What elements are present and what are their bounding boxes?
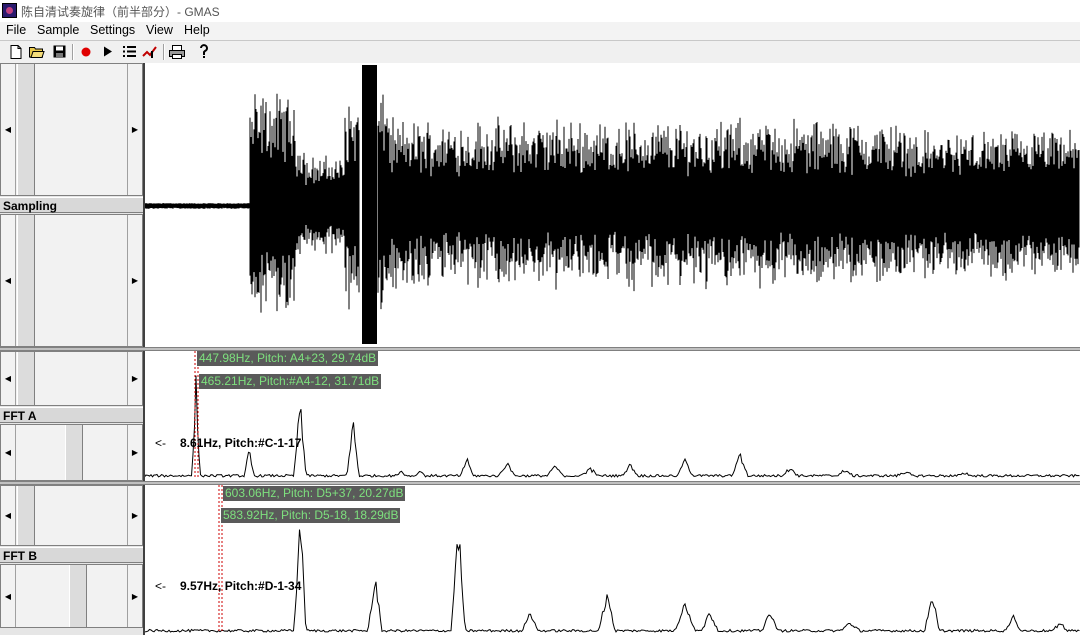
menu-bar: File Sample Settings View Help [0,22,1080,40]
fft-b-cursor-arrow: <- [155,579,167,593]
scroll-left-icon[interactable]: ◀ [1,425,16,480]
scroll-right-icon[interactable]: ▶ [127,486,142,545]
scroll-left-icon[interactable]: ◀ [1,565,16,627]
fft-a-peak-label-2: 465.21Hz, Pitch:#A4-12, 31.71dB [199,374,382,389]
scroll-right-icon[interactable]: ▶ [127,352,142,405]
fft-a-controls: ◀ ▶ FFT A ◀ ▶ [0,351,145,482]
open-folder-icon[interactable] [28,43,46,60]
selection-marker [362,65,377,344]
sampling-controls: ◀ ▶ Sampling ◀ ▶ [0,63,145,348]
fft-b-plot[interactable]: 603.06Hz, Pitch: D5+37, 20.27dB 583.92Hz… [145,485,1080,635]
scroll-thumb[interactable] [65,425,83,480]
menu-settings[interactable]: Settings [90,23,135,37]
list-icon[interactable] [120,43,138,60]
scroll-left-icon[interactable]: ◀ [1,64,16,195]
fft-a-cursor-readout: 8.61Hz, Pitch:#C-1-17 [180,436,302,450]
print-icon[interactable] [168,43,186,60]
fft-a-spectrum-svg [145,351,1080,478]
record-icon[interactable] [77,43,95,60]
fft-a-label: FFT A [0,407,143,423]
scroll-right-icon[interactable]: ▶ [127,425,142,480]
scroll-thumb[interactable] [69,565,87,627]
fft-a-scroll-bottom[interactable]: ◀ ▶ [0,424,143,481]
fft-b-peak-label-2: 583.92Hz, Pitch: D5-18, 18.29dB [221,508,401,523]
fft-b-scroll-top[interactable]: ◀ ▶ [0,485,143,546]
toolbar-separator [72,44,74,60]
help-icon[interactable] [195,43,213,60]
scroll-right-icon[interactable]: ▶ [127,565,142,627]
toolbar [0,40,1080,64]
menu-help[interactable]: Help [184,23,210,37]
menu-view[interactable]: View [146,23,173,37]
fft-b-label: FFT B [0,547,143,563]
scroll-thumb[interactable] [17,486,35,545]
scroll-right-icon[interactable]: ▶ [127,64,142,195]
menu-file[interactable]: File [6,23,26,37]
scroll-thumb[interactable] [17,215,35,346]
scroll-thumb[interactable] [17,64,35,195]
sampling-label: Sampling [0,197,143,213]
waveform-svg [145,65,1080,344]
fft-a-scroll-top[interactable]: ◀ ▶ [0,351,143,406]
menu-sample[interactable]: Sample [37,23,79,37]
fft-b-peak-label-1: 603.06Hz, Pitch: D5+37, 20.27dB [223,486,406,501]
toolbar-separator [163,44,165,60]
save-icon[interactable] [50,43,68,60]
sampling-waveform-plot[interactable] [145,63,1080,348]
scroll-left-icon[interactable]: ◀ [1,486,16,545]
fft-a-plot[interactable]: 447.98Hz, Pitch: A4+23, 29.74dB 465.21Hz… [145,351,1080,482]
fft-b-scroll-bottom[interactable]: ◀ ▶ [0,564,143,628]
scroll-right-icon[interactable]: ▶ [127,215,142,346]
play-icon[interactable] [99,43,117,60]
fft-a-cursor-arrow: <- [155,436,167,450]
fft-b-cursor-readout: 9.57Hz, Pitch:#D-1-34 [180,579,302,593]
new-file-icon[interactable] [7,43,25,60]
scroll-thumb[interactable] [17,352,35,405]
fft-a-peak-label-1: 447.98Hz, Pitch: A4+23, 29.74dB [197,351,379,366]
sampling-scroll-top[interactable]: ◀ ▶ [0,63,143,196]
fft-a-trace [145,375,1080,478]
fft-b-controls: ◀ ▶ FFT B ◀ ▶ [0,485,145,635]
waveform-trace [145,93,1080,313]
scroll-left-icon[interactable]: ◀ [1,215,16,346]
window-title: 陈自清试奏旋律（前半部分）- GMAS [21,5,220,19]
app-icon [2,3,17,18]
title-bar: 陈自清试奏旋律（前半部分）- GMAS [0,0,1080,22]
sampling-scroll-bottom[interactable]: ◀ ▶ [0,214,143,347]
scroll-left-icon[interactable]: ◀ [1,352,16,405]
marker-icon[interactable] [141,43,159,60]
